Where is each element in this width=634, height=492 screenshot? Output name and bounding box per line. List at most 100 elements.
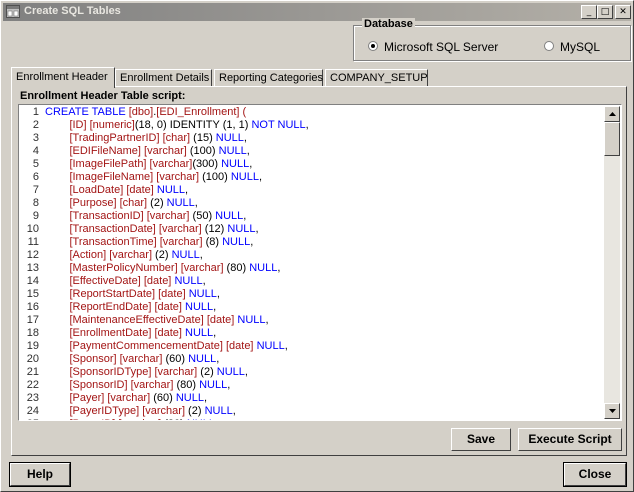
code-token: [varchar] [107,392,151,404]
code-token: [ImageFilePath] [45,158,150,170]
code-token: [ReportStartDate] [45,288,159,300]
scroll-up-button[interactable] [604,106,620,122]
code-token: NOT NULL [251,119,306,131]
code-token: NULL [156,184,186,196]
line-number: 6 [32,171,39,183]
close-window-button[interactable]: ✕ [615,5,631,19]
tab-reporting-categories[interactable]: Reporting Categories [214,69,323,86]
code-token: (100) [199,171,231,183]
database-group: Database Microsoft SQL Server MySQL [353,18,631,61]
radio-mssql-indicator[interactable] [368,41,378,51]
code-token: , [246,145,250,157]
code-token: (2) [147,197,167,209]
code-token: [ImageFileName] [45,171,157,183]
maximize-button[interactable]: □ [597,5,613,19]
code-token: , [194,197,198,209]
radio-mysql-label[interactable]: MySQL [560,40,600,54]
script-line: 1 CREATE TABLE [dbo].[EDI_Enrollment] ( [19,106,607,119]
execute-script-button[interactable]: Execute Script [518,428,622,451]
title-bar[interactable]: Create SQL Tables _ □ ✕ [3,3,631,21]
code-token: , [232,405,236,417]
line-number: 23 [26,392,39,404]
code-token: , [213,327,217,339]
code-text: [PayerIDType] [varchar] (2) NULL, [45,405,236,418]
code-token: [date] [225,340,254,352]
code-text: [ReportEndDate] [date] NULL, [45,301,216,314]
line-number: 14 [26,275,39,287]
code-token: NULL [199,379,228,391]
code-token: , [255,223,259,235]
vertical-scrollbar[interactable] [604,106,620,419]
code-token: , [213,301,217,313]
line-number: 10 [26,223,39,235]
script-editor[interactable]: 1 CREATE TABLE [dbo].[EDI_Enrollment] (2 … [18,104,622,421]
script-line: 14 [EffectiveDate] [date] NULL, [19,275,607,288]
code-token: [LoadDate] [45,184,127,196]
scroll-down-button[interactable] [604,403,620,419]
code-token: (80) [161,418,187,420]
script-lines: 1 CREATE TABLE [dbo].[EDI_Enrollment] (2 … [19,106,607,420]
script-line: 3 [TradingPartnerID] [char] (15) NULL, [19,132,607,145]
tab-enrollment-header[interactable]: Enrollment Header [11,67,115,88]
tab-company-setup[interactable]: COMPANY_SETUP [325,69,428,86]
code-token: [TransactionID] [45,210,147,222]
code-token: NULL [249,262,278,274]
code-token: [SponsorID] [45,379,131,391]
tab-enrollment-details[interactable]: Enrollment Details [115,69,212,86]
code-token: , [216,353,220,365]
code-token: NULL [227,223,256,235]
code-text: [EnrollmentDate] [date] NULL, [45,327,216,340]
code-token: [Sponsor] [45,353,120,365]
line-number: 16 [26,301,39,313]
create-sql-tables-window: Create SQL Tables _ □ ✕ Database Microso… [0,0,634,492]
code-token: [TransactionTime] [45,236,160,248]
script-line: 8 [Purpose] [char] (2) NULL, [19,197,607,210]
code-token: [numeric] [89,119,135,131]
code-token: [varchar] [142,405,185,417]
code-text: [SponsorID] [varchar] (80) NULL, [45,379,230,392]
code-token: [PayerIDType] [45,405,143,417]
code-token: , [202,275,206,287]
code-token: [dbo] [128,106,154,118]
script-line: 7 [LoadDate] [date] NULL, [19,184,607,197]
code-text: [ReportStartDate] [date] NULL, [45,288,220,301]
code-token: , [185,184,189,196]
code-text: [ID] [numeric](18, 0) IDENTITY (1, 1) NO… [45,119,308,132]
code-token: , [243,210,247,222]
script-line: 13 [MasterPolicyNumber] [varchar] (80) N… [19,262,607,275]
code-token: NULL [256,340,285,352]
save-button[interactable]: Save [451,428,511,451]
code-token: (80) [173,379,200,391]
code-token: [PaymentCommencementDate] [45,340,226,352]
code-token: NULL [237,314,266,326]
window-title: Create SQL Tables [24,5,121,17]
code-token: , [216,288,220,300]
minimize-button[interactable]: _ [581,5,597,19]
line-number: 11 [27,236,39,248]
code-token: ( [239,106,247,118]
code-text: CREATE TABLE [dbo].[EDI_Enrollment] ( [45,106,246,119]
line-number: 18 [26,327,39,339]
help-button[interactable]: Help [9,462,71,487]
code-token: [PayerID] [45,418,118,420]
radio-mssql-label[interactable]: Microsoft SQL Server [384,40,498,54]
code-token: , [265,314,269,326]
radio-mysql-indicator[interactable] [544,41,554,51]
script-line: 12 [Action] [varchar] (2) NULL, [19,249,607,262]
script-line: 5 [ImageFilePath] [varchar](300) NULL, [19,158,607,171]
close-icon: ✕ [619,7,627,17]
script-line: 9 [TransactionID] [varchar] (50) NULL, [19,210,607,223]
code-token: NULL [204,405,233,417]
close-button[interactable]: Close [563,462,627,487]
code-token: [MasterPolicyNumber] [45,262,181,274]
code-token: , [227,379,231,391]
code-token: [EnrollmentDate] [45,327,155,339]
code-text: [Action] [varchar] (2) NULL, [45,249,202,262]
script-line: 17 [MaintenanceEffectiveDate] [date] NUL… [19,314,607,327]
scroll-thumb[interactable] [604,122,620,156]
code-text: [Purpose] [char] (2) NULL, [45,197,198,210]
code-token: [Purpose] [45,197,120,209]
line-number: 24 [26,405,39,417]
code-token: [date] [154,301,182,313]
code-token: NULL [221,158,250,170]
